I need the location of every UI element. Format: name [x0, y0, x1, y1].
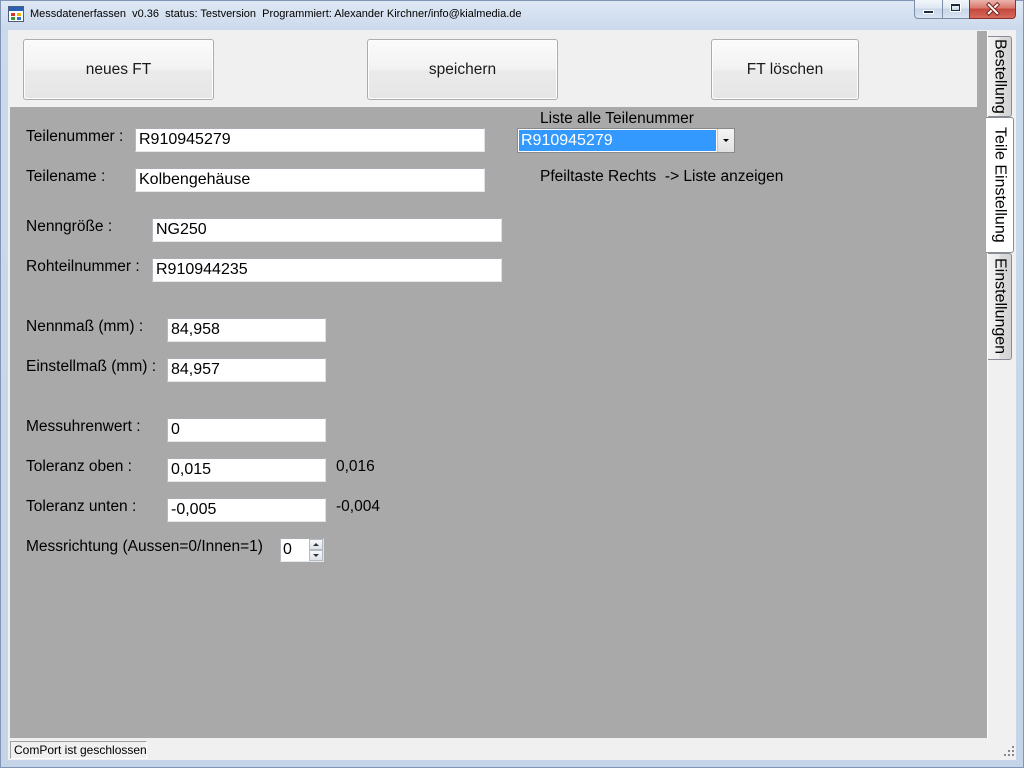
toleranz-oben-side-value: 0,016: [336, 458, 375, 475]
toleranz-oben-input[interactable]: [167, 458, 326, 482]
nennmass-label: Nennmaß (mm) :: [26, 318, 144, 335]
new-ft-button[interactable]: neues FT: [23, 39, 214, 100]
tab-teile-einstellung[interactable]: Teile Einstellung: [986, 117, 1014, 253]
toolbar: neues FT speichern FT löschen: [10, 31, 977, 107]
toleranz-unten-input[interactable]: [167, 498, 326, 522]
tab-bestellung[interactable]: Bestellung: [988, 36, 1012, 117]
messrichtung-label: Messrichtung (Aussen=0/Innen=1): [26, 538, 263, 555]
minimize-icon: [924, 11, 933, 13]
toleranz-unten-side-value: -0,004: [336, 498, 380, 515]
teilenummer-label: Teilenummer :: [26, 128, 124, 145]
messrichtung-input[interactable]: [281, 539, 308, 561]
toleranz-unten-label: Toleranz unten :: [26, 498, 137, 515]
einstellmass-label: Einstellmaß (mm) :: [26, 358, 157, 375]
parts-list-dropdown-button[interactable]: [717, 129, 734, 152]
messuhrenwert-input[interactable]: [167, 418, 326, 442]
maximize-button[interactable]: [942, 0, 969, 19]
close-button[interactable]: [969, 0, 1016, 19]
messrichtung-stepper[interactable]: [280, 538, 324, 562]
spin-up-icon: [313, 543, 319, 546]
client-area: neues FT speichern FT löschen Teilenumme…: [8, 30, 1016, 760]
tab-label: Teile Einstellung: [991, 127, 1009, 243]
rohteilnummer-input[interactable]: [152, 258, 502, 282]
comport-status-label: ComPort ist geschlossen: [10, 741, 147, 759]
stepper-up-button[interactable]: [309, 539, 323, 550]
tab-label: Einstellungen: [991, 258, 1009, 355]
teilename-input[interactable]: [135, 168, 485, 192]
rohteilnummer-label: Rohteilnummer :: [26, 258, 140, 275]
teilenummer-input[interactable]: [135, 128, 485, 152]
parts-list-label: Liste alle Teilenummer: [540, 110, 694, 127]
close-icon: [987, 3, 999, 15]
resize-grip-icon[interactable]: [1003, 745, 1015, 757]
parts-list-selected-value[interactable]: R910945279: [519, 130, 716, 151]
application-window: Messdatenerfassen v0.36 status: Testvers…: [0, 0, 1024, 768]
parts-list-hint: Pfeiltaste Rechts -> Liste anzeigen: [540, 168, 784, 185]
tab-einstellungen[interactable]: Einstellungen: [988, 253, 1012, 360]
chevron-down-icon: [723, 139, 729, 142]
nenngroesse-input[interactable]: [152, 218, 502, 242]
maximize-icon: [951, 4, 960, 11]
status-bar: ComPort ist geschlossen: [8, 740, 1016, 760]
app-icon[interactable]: [8, 6, 24, 22]
parts-list-combobox[interactable]: R910945279: [517, 128, 735, 153]
minimize-button[interactable]: [914, 0, 942, 19]
nennmass-input[interactable]: [167, 318, 326, 342]
tab-label: Bestellung: [991, 39, 1009, 114]
toleranz-oben-label: Toleranz oben :: [26, 458, 132, 475]
title-bar[interactable]: Messdatenerfassen v0.36 status: Testvers…: [0, 0, 1024, 30]
messuhrenwert-label: Messuhrenwert :: [26, 418, 141, 435]
teilename-label: Teilename :: [26, 168, 106, 185]
nenngroesse-label: Nenngröße :: [26, 218, 113, 235]
stepper-down-button[interactable]: [309, 550, 323, 561]
window-title: Messdatenerfassen v0.36 status: Testvers…: [30, 8, 522, 20]
save-button[interactable]: speichern: [367, 39, 558, 100]
tab-page-teile-einstellung: neues FT speichern FT löschen Teilenumme…: [10, 31, 987, 738]
spin-down-icon: [313, 554, 319, 557]
einstellmass-input[interactable]: [167, 358, 326, 382]
delete-ft-button[interactable]: FT löschen: [711, 39, 859, 100]
